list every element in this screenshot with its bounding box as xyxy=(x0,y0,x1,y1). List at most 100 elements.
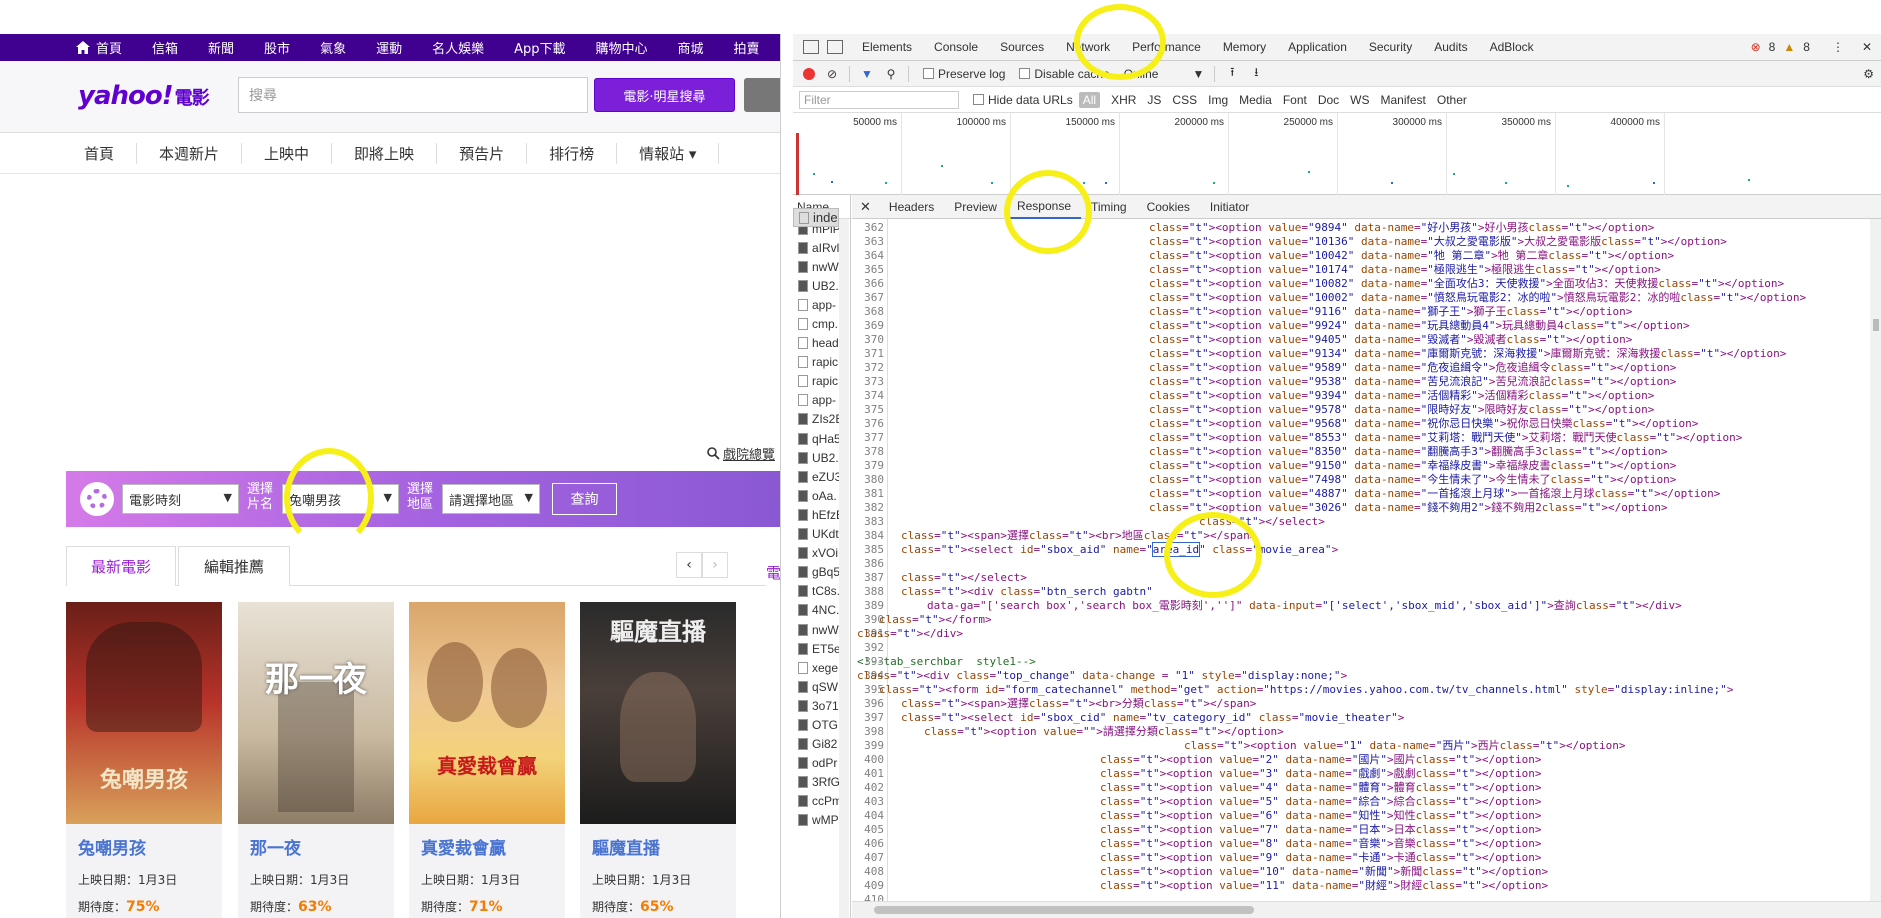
code-vertical-scrollbar[interactable] xyxy=(1870,219,1881,901)
side-tab[interactable]: 電 xyxy=(766,562,780,583)
theater-list-link[interactable]: 戲院總覽 xyxy=(707,444,775,463)
import-har-icon[interactable]: ⭱ xyxy=(1225,65,1239,81)
tab-cookies[interactable]: Cookies xyxy=(1137,195,1200,219)
close-icon[interactable]: ✕ xyxy=(860,199,871,215)
timeline-dot xyxy=(991,182,993,184)
tab-console[interactable]: Console xyxy=(923,40,989,54)
tab-sources[interactable]: Sources xyxy=(989,40,1055,54)
code-line: class="t"><span>選擇class="t"><br>分類class=… xyxy=(901,697,1257,710)
request-name: app- xyxy=(812,393,837,408)
movie-title[interactable]: 驅魔直播 xyxy=(592,834,724,859)
file-icon xyxy=(798,394,808,407)
expectation: 期待度：75% xyxy=(78,898,210,915)
filter-type-css[interactable]: CSS xyxy=(1172,93,1197,107)
topbar-item-auction[interactable]: 拍賣 xyxy=(734,38,760,57)
filter-type-js[interactable]: JS xyxy=(1147,93,1161,107)
nav-home[interactable]: 首頁 xyxy=(0,143,138,164)
nav-new-this-week[interactable]: 本週新片 xyxy=(137,143,243,164)
tab-application[interactable]: Application xyxy=(1277,40,1358,54)
filter-type-doc[interactable]: Doc xyxy=(1318,93,1339,107)
topbar-item-mail[interactable]: 信箱 xyxy=(152,38,178,57)
nav-info[interactable]: 情報站 ▾ xyxy=(617,143,720,164)
filter-type-manifest[interactable]: Manifest xyxy=(1381,93,1426,107)
topbar-home[interactable]: 首頁 xyxy=(76,38,122,57)
topbar-item-weather[interactable]: 氣象 xyxy=(320,38,346,57)
nav-now-showing[interactable]: 上映中 xyxy=(242,143,333,164)
tab-editor-picks[interactable]: 編輯推薦 xyxy=(178,546,290,586)
movie-title[interactable]: 那一夜 xyxy=(250,834,382,859)
topbar-item-shopping[interactable]: 購物中心 xyxy=(596,38,648,57)
clear-icon[interactable]: ⊘ xyxy=(825,67,839,81)
filter-icon[interactable]: ▼ xyxy=(860,67,874,81)
response-source-view[interactable]: 362 363 364 365 366 367 368 369 370 371 372 373 374 3… xyxy=(852,219,1881,901)
tab-elements[interactable]: Elements xyxy=(851,40,923,54)
carousel-pager: ‹ › xyxy=(676,552,732,578)
topbar-item-stocks[interactable]: 股市 xyxy=(264,38,290,57)
filter-type-ws[interactable]: WS xyxy=(1350,93,1369,107)
filter-type-xhr[interactable]: XHR xyxy=(1111,93,1136,107)
more-menu-icon[interactable]: ⋮ xyxy=(1832,40,1844,54)
query-button[interactable]: 查詢 xyxy=(552,483,617,515)
inspect-icon[interactable] xyxy=(803,40,819,54)
request-list-scrollbar[interactable] xyxy=(839,219,849,918)
tab-security[interactable]: Security xyxy=(1358,40,1423,54)
device-toolbar-icon[interactable] xyxy=(827,40,843,54)
code-line: class="t"><option value="4" data-name="體… xyxy=(1100,781,1542,794)
filter-type-font[interactable]: Font xyxy=(1283,93,1307,107)
movie-card[interactable]: 那一夜 那一夜 上映日期：1月3日 期待度：63% xyxy=(238,602,394,918)
issue-counters[interactable]: ⊗ 8 ▲ 8 ⋮ ✕ xyxy=(1751,40,1872,54)
movie-card[interactable]: 真愛裁會贏 真愛裁會贏 上映日期：1月3日 期待度：71% xyxy=(409,602,565,918)
yahoo-logo[interactable]: yahoo! 電影 xyxy=(78,81,210,111)
search-input[interactable]: 搜尋 xyxy=(238,77,588,113)
scrollbar-thumb[interactable] xyxy=(1873,319,1879,331)
code-horizontal-scrollbar[interactable] xyxy=(852,901,1881,918)
export-har-icon[interactable]: ⭳ xyxy=(1249,65,1263,81)
filter-type-other[interactable]: Other xyxy=(1437,93,1467,107)
tab-headers[interactable]: Headers xyxy=(879,195,944,219)
scrollbar-thumb[interactable] xyxy=(874,906,1254,914)
filter-input[interactable]: Filter xyxy=(799,90,959,109)
request-name: rapic xyxy=(812,374,839,389)
line-number: 367 xyxy=(864,291,884,304)
filter-type-all[interactable]: All xyxy=(1078,91,1101,108)
record-icon[interactable] xyxy=(803,67,815,80)
topbar-item-celebrity[interactable]: 名人娛樂 xyxy=(432,38,484,57)
network-timeline-overview[interactable]: 50000 ms 100000 ms 150000 ms 200000 ms 2… xyxy=(793,113,1881,195)
topbar-item-news[interactable]: 新聞 xyxy=(208,38,234,57)
code-line: class="t"><option value="8" data-name="音… xyxy=(1100,837,1542,850)
web-search-button[interactable] xyxy=(744,78,780,112)
movie-title[interactable]: 真愛裁會贏 xyxy=(421,834,553,859)
line-number: 377 xyxy=(864,431,884,444)
request-row[interactable]: inde xyxy=(793,208,839,228)
tab-memory[interactable]: Memory xyxy=(1212,40,1277,54)
search-icon[interactable]: ⚲ xyxy=(884,67,898,81)
nav-coming-soon[interactable]: 即將上映 xyxy=(332,143,438,164)
tab-latest-movies[interactable]: 最新電影 xyxy=(66,546,176,586)
movie-card[interactable]: 兔嘲男孩 兔嘲男孩 上映日期：1月3日 期待度：75% xyxy=(66,602,222,918)
nav-rankings[interactable]: 排行榜 xyxy=(527,143,618,164)
topbar-item-mall[interactable]: 商城 xyxy=(678,38,704,57)
topbar-item-sports[interactable]: 運動 xyxy=(376,38,402,57)
next-arrow-icon[interactable]: › xyxy=(702,552,728,578)
area-select[interactable]: 請選擇地區 ▼ xyxy=(442,484,540,514)
close-icon[interactable]: ✕ xyxy=(1862,40,1872,54)
topbar-item-app[interactable]: App下載 xyxy=(514,38,565,57)
tab-preview[interactable]: Preview xyxy=(944,195,1007,219)
preserve-log-checkbox[interactable]: Preserve log xyxy=(923,67,1005,81)
showtime-type-select[interactable]: 電影時刻 ▼ xyxy=(122,484,239,514)
nav-trailers[interactable]: 預告片 xyxy=(437,143,528,164)
prev-arrow-icon[interactable]: ‹ xyxy=(676,552,702,578)
tab-initiator[interactable]: Initiator xyxy=(1200,195,1259,219)
settings-gear-icon[interactable]: ⚙ xyxy=(1863,67,1874,81)
hide-data-urls-checkbox[interactable]: Hide data URLs xyxy=(973,93,1073,107)
movie-card[interactable]: 驅魔直播 驅魔直播 上映日期：1月3日 期待度：65% xyxy=(580,602,736,918)
code-line: class="t"><option value="9589" data-name… xyxy=(1149,361,1677,374)
tab-audits[interactable]: Audits xyxy=(1423,40,1478,54)
topbar-item-label: 首頁 xyxy=(96,42,123,57)
movie-title[interactable]: 兔嘲男孩 xyxy=(78,834,210,859)
search-button[interactable]: 電影‧明星搜尋 xyxy=(594,78,735,112)
highlight-area-id xyxy=(1164,512,1262,598)
tab-adblock[interactable]: AdBlock xyxy=(1479,40,1545,54)
filter-type-img[interactable]: Img xyxy=(1208,93,1228,107)
filter-type-media[interactable]: Media xyxy=(1239,93,1272,107)
